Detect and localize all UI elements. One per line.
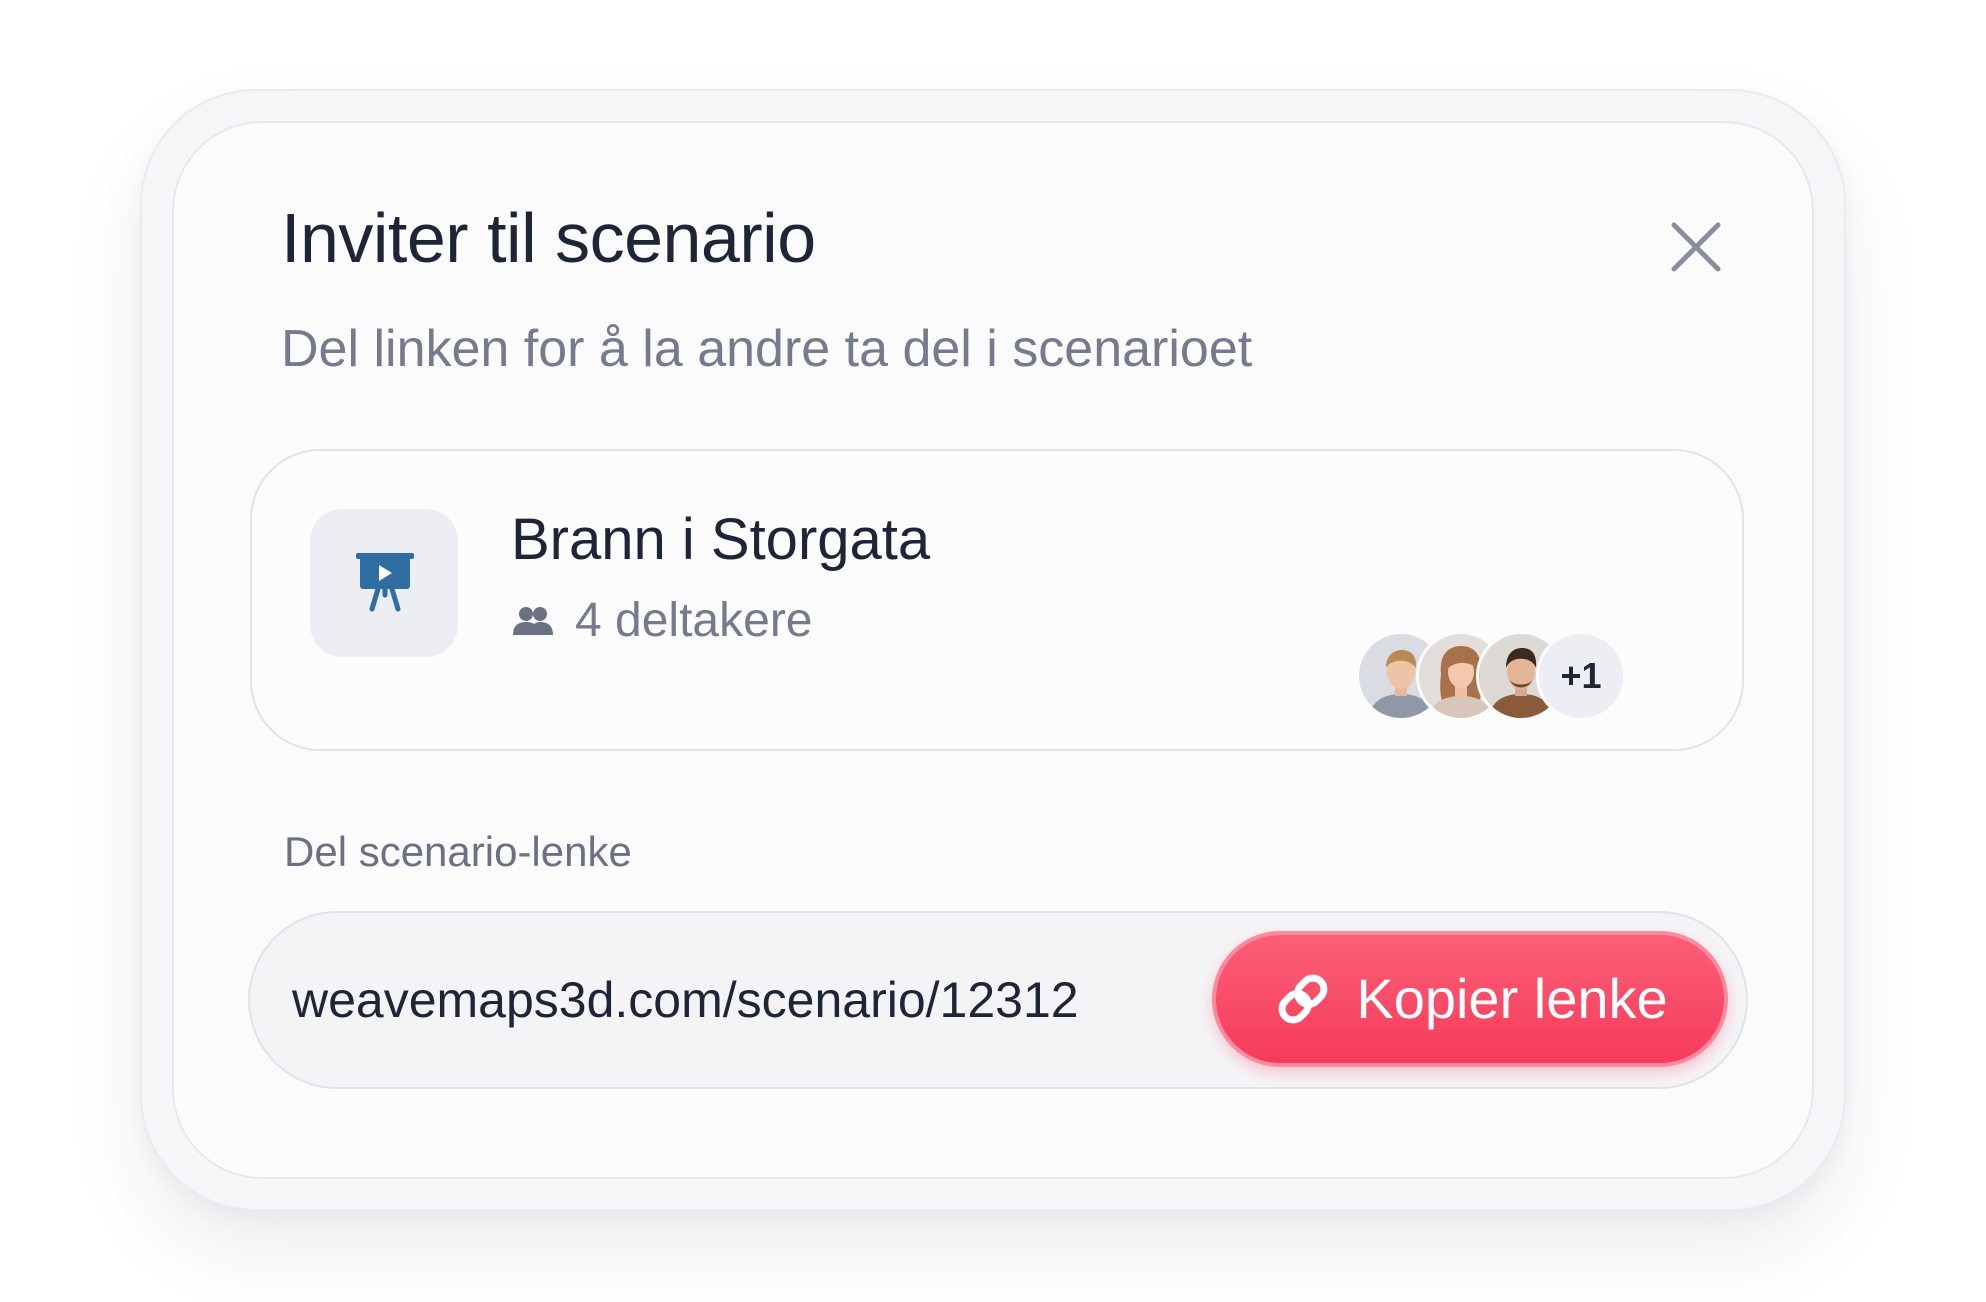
share-link-url[interactable]: weavemaps3d.com/scenario/12312 [292,975,1079,1025]
share-link-field: weavemaps3d.com/scenario/12312 Kopier le… [248,911,1748,1089]
copy-link-label: Kopier lenke [1356,967,1668,1030]
link-icon [1278,974,1328,1024]
scenario-icon-container [310,509,458,657]
invite-dialog: Inviter til scenario Del linken for å la… [140,89,1846,1211]
participants-count: 4 deltakere [575,594,813,647]
close-button[interactable] [1666,217,1726,277]
participants-info: 4 deltakere [511,597,813,645]
more-participants-badge[interactable]: +1 [1536,631,1626,721]
dialog-subtitle: Del linken for å la andre ta del i scena… [281,320,1253,378]
users-icon [513,607,553,635]
avatar-stack: +1 [1356,631,1676,721]
copy-link-button[interactable]: Kopier lenke [1212,931,1728,1067]
dialog-title: Inviter til scenario [281,199,816,277]
presentation-board-icon [356,553,414,612]
share-link-label: Del scenario-lenke [284,828,632,875]
scenario-card: Brann i Storgata 4 deltakere +1 [250,449,1744,751]
dialog-panel: Inviter til scenario Del linken for å la… [172,121,1814,1179]
close-icon [1671,222,1721,272]
scenario-name: Brann i Storgata [511,507,931,572]
